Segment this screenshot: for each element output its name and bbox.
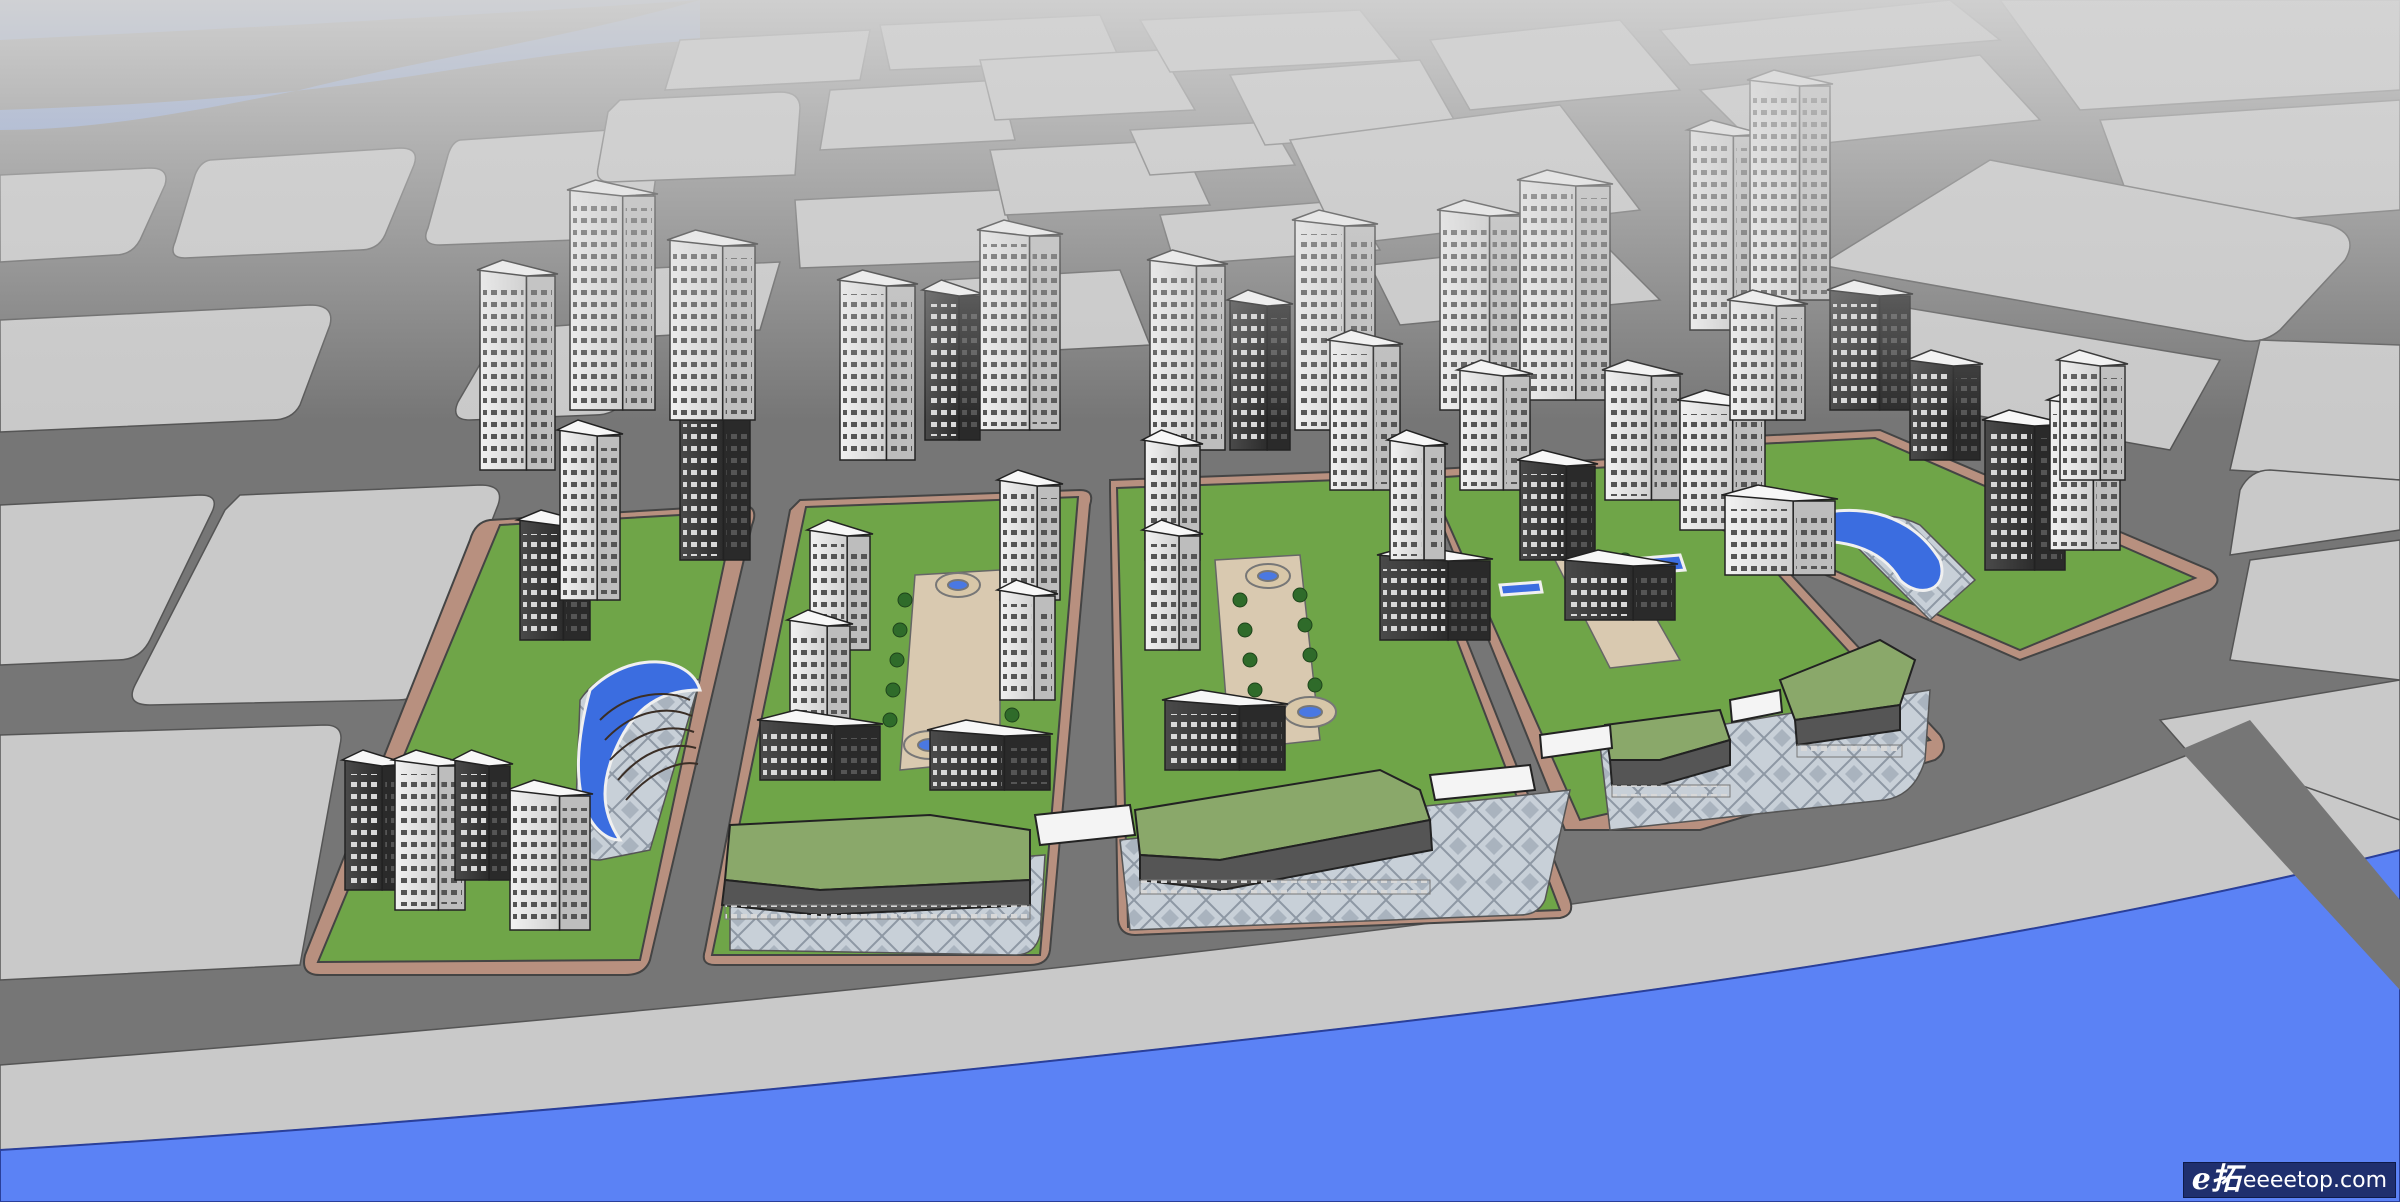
watermark-logo: e拓 <box>2191 1162 2241 1197</box>
atmospheric-haze <box>0 0 2400 1202</box>
masterplan-render <box>0 0 2400 1202</box>
watermark-text: eeeetop.com <box>2242 1167 2387 1193</box>
watermark-badge: e拓 eeeetop.com <box>2182 1162 2396 1198</box>
